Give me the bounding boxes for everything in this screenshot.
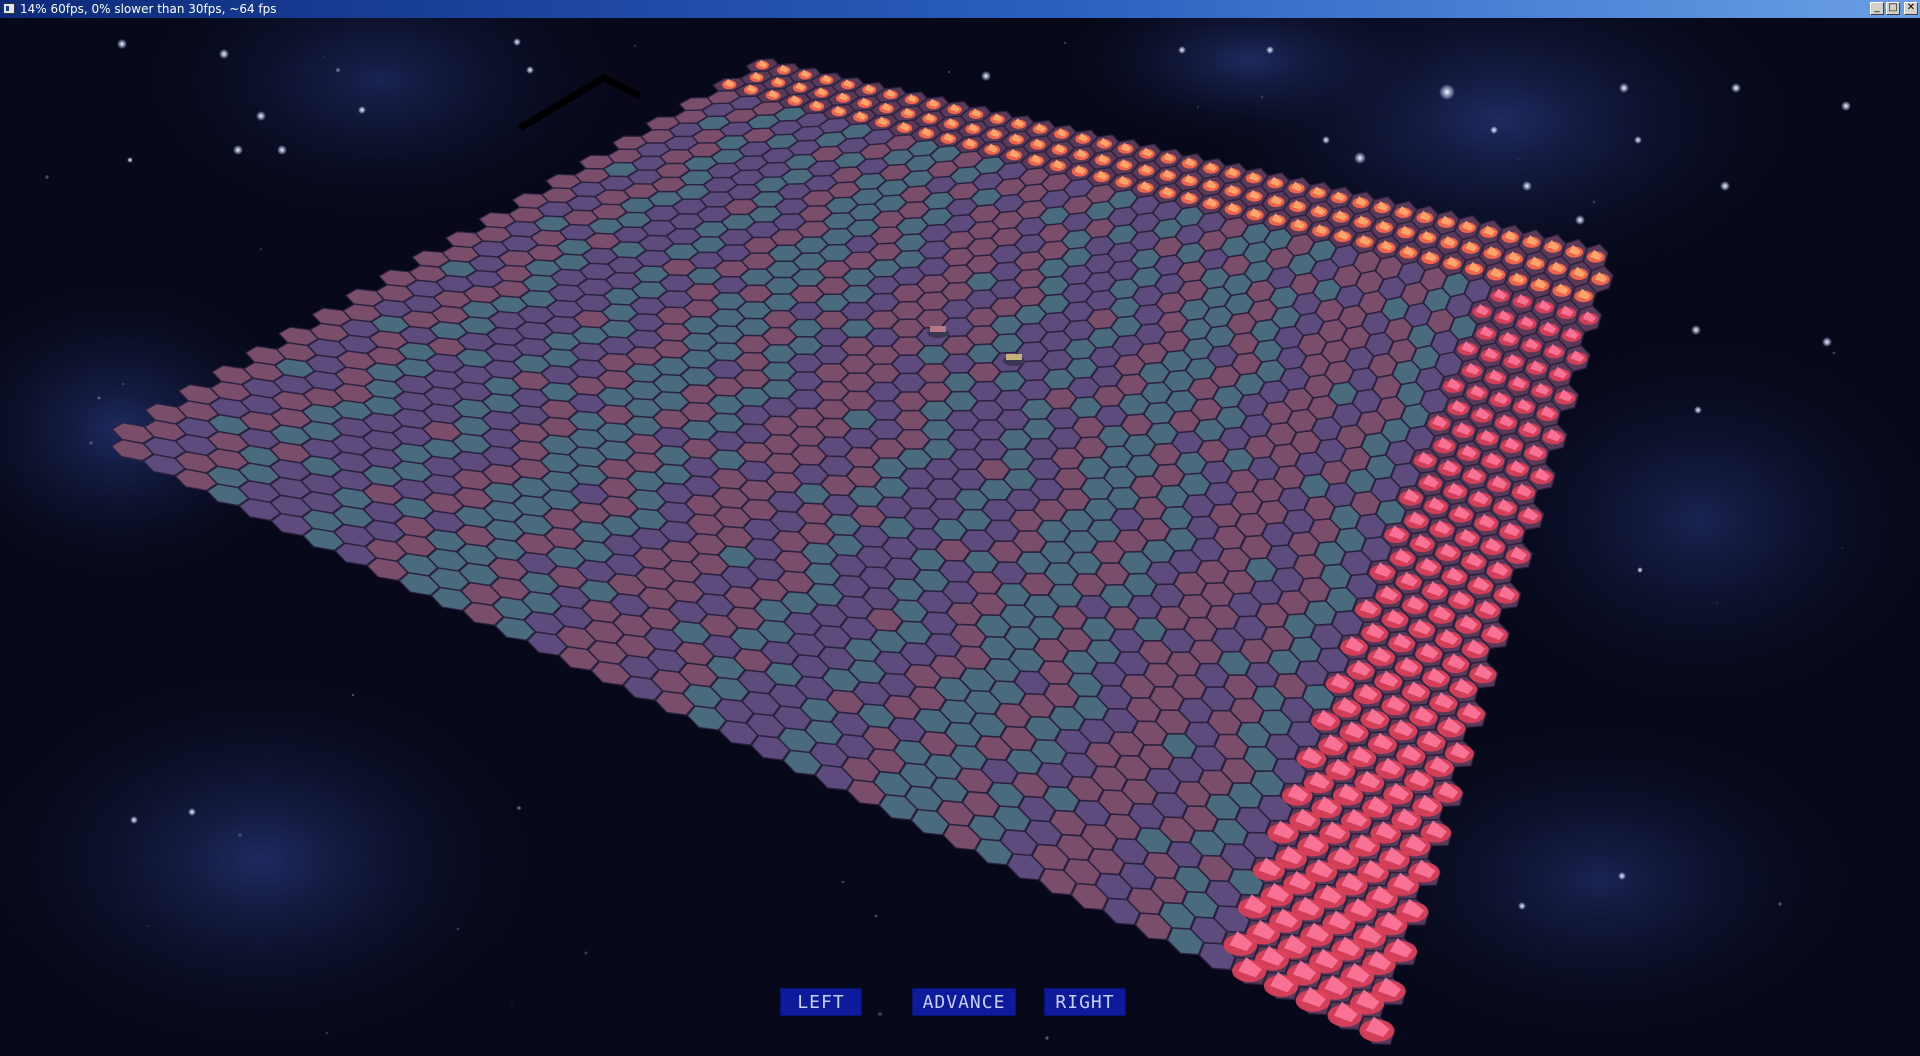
- star: [89, 441, 93, 445]
- star: [634, 45, 636, 47]
- star: [1619, 83, 1629, 93]
- star: [45, 175, 49, 179]
- window-title: 14% 60fps, 0% slower than 30fps, ~64 fps: [20, 2, 277, 16]
- star: [147, 925, 149, 927]
- star: [1178, 46, 1186, 54]
- star: [1045, 1036, 1049, 1040]
- game-viewport[interactable]: [0, 18, 1920, 1056]
- game-scene[interactable]: [0, 18, 1920, 1056]
- star: [1841, 101, 1851, 111]
- star: [117, 39, 127, 49]
- star: [1517, 158, 1519, 160]
- star: [841, 880, 845, 884]
- star: [1439, 84, 1455, 100]
- star: [259, 247, 263, 251]
- star: [584, 951, 588, 955]
- star: [1618, 872, 1626, 880]
- star: [1832, 351, 1836, 355]
- star: [323, 56, 325, 58]
- star: [1063, 41, 1067, 45]
- star: [874, 914, 878, 918]
- star: [1778, 902, 1782, 906]
- star: [1518, 902, 1526, 910]
- star: [1266, 46, 1274, 54]
- star: [1637, 567, 1643, 573]
- star: [336, 68, 340, 72]
- star: [513, 38, 521, 46]
- star: [1592, 200, 1596, 204]
- star: [511, 1002, 513, 1004]
- star: [97, 396, 101, 400]
- minimize-button[interactable]: _: [1870, 2, 1884, 15]
- star: [1522, 181, 1532, 191]
- star: [130, 816, 138, 824]
- star: [325, 1031, 329, 1035]
- star: [947, 70, 951, 74]
- star: [1575, 215, 1585, 225]
- star: [1260, 95, 1264, 99]
- right-button[interactable]: RIGHT: [1044, 988, 1126, 1016]
- close-button[interactable]: ✕: [1904, 2, 1918, 15]
- star: [1716, 602, 1718, 604]
- star: [277, 145, 287, 155]
- star: [1490, 126, 1498, 134]
- star: [1731, 83, 1741, 93]
- star: [238, 833, 242, 837]
- left-button[interactable]: LEFT: [780, 988, 862, 1016]
- star: [517, 806, 521, 810]
- star: [1354, 152, 1366, 164]
- star: [1196, 105, 1200, 109]
- star: [219, 49, 229, 59]
- star: [1841, 547, 1843, 549]
- star: [1691, 325, 1701, 335]
- star: [1720, 181, 1730, 191]
- star: [526, 66, 534, 74]
- star: [1634, 136, 1642, 144]
- center-unit-2[interactable]: [1003, 354, 1025, 366]
- star: [127, 157, 133, 163]
- star: [121, 382, 125, 386]
- advance-button[interactable]: ADVANCE: [912, 988, 1016, 1016]
- star: [358, 106, 366, 114]
- maximize-button[interactable]: □: [1886, 2, 1900, 15]
- star: [188, 808, 196, 816]
- window-titlebar[interactable]: 14% 60fps, 0% slower than 30fps, ~64 fps…: [0, 0, 1920, 18]
- center-unit-1[interactable]: [927, 326, 949, 338]
- star: [981, 71, 991, 81]
- star: [1322, 136, 1330, 144]
- star: [1822, 337, 1832, 347]
- star: [351, 693, 355, 697]
- star: [878, 1012, 882, 1016]
- app-icon: [3, 3, 15, 14]
- star: [256, 111, 266, 121]
- star: [1694, 406, 1702, 414]
- star: [233, 145, 243, 155]
- star: [456, 927, 460, 931]
